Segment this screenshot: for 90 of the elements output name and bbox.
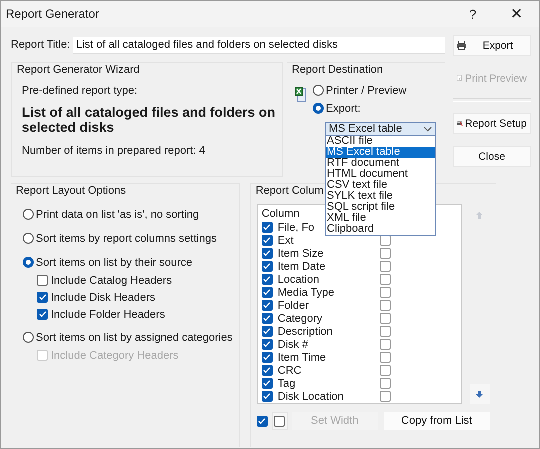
column-option-checkbox[interactable] bbox=[380, 261, 391, 272]
format-option[interactable]: CSV text file bbox=[326, 180, 435, 191]
column-option-checkbox[interactable] bbox=[380, 313, 391, 324]
column-checkbox[interactable] bbox=[262, 326, 273, 337]
column-option-checkbox[interactable] bbox=[380, 274, 391, 285]
select-all-checkbox[interactable] bbox=[256, 416, 268, 426]
header-checkbox[interactable]: Include Catalog Headers bbox=[37, 274, 233, 287]
report-title-field[interactable]: List of all cataloged files and folders on selected disks bbox=[73, 36, 445, 54]
column-name[interactable]: File, Fo bbox=[278, 222, 315, 234]
column-option-checkbox[interactable] bbox=[380, 235, 391, 246]
close-button[interactable]: ✕ bbox=[495, 1, 539, 27]
column-checkbox[interactable] bbox=[262, 313, 273, 324]
column-name[interactable]: Item Size bbox=[278, 248, 324, 260]
column-checkbox[interactable] bbox=[262, 235, 273, 246]
column-name[interactable]: CRC bbox=[278, 364, 302, 376]
spreadsheet-icon bbox=[295, 87, 307, 103]
format-option[interactable]: RTF document bbox=[326, 158, 435, 169]
report-type-name: List of all cataloged files and folders on selected disks bbox=[22, 105, 276, 135]
format-option[interactable]: ASCII file bbox=[326, 136, 435, 147]
destination-radio[interactable]: Export: bbox=[313, 101, 436, 116]
help-button[interactable]: ? bbox=[451, 1, 495, 27]
panel-title: Report Generator Wizard bbox=[16, 63, 141, 77]
checkmark-icon bbox=[258, 418, 266, 424]
panel-title: Report Layout Options bbox=[15, 184, 128, 198]
column-name[interactable]: Location bbox=[278, 274, 320, 286]
column-name[interactable]: Category bbox=[278, 312, 323, 324]
format-option[interactable]: Clipboard bbox=[326, 224, 435, 235]
sort-radio[interactable]: Sort items on list by their source bbox=[23, 255, 233, 270]
column-checkbox[interactable] bbox=[262, 365, 273, 376]
column-option-checkbox[interactable] bbox=[380, 339, 391, 350]
column-option-checkbox[interactable] bbox=[380, 391, 391, 402]
destination-radio[interactable]: Printer / Preview bbox=[313, 83, 436, 98]
report-title-label: Report Title: bbox=[11, 39, 70, 51]
column-checkbox[interactable] bbox=[262, 287, 273, 298]
column-name[interactable]: Item Date bbox=[278, 260, 326, 272]
format-option[interactable]: MS Excel table bbox=[326, 147, 435, 158]
column-option-checkbox[interactable] bbox=[380, 287, 391, 298]
column-name[interactable]: Media Type bbox=[278, 286, 335, 298]
sort-radio[interactable]: Sort items on list by assigned categories bbox=[23, 330, 233, 345]
panel-title: Report Colum bbox=[254, 184, 325, 198]
column-option-checkbox[interactable] bbox=[380, 352, 391, 363]
format-dropdown[interactable]: MS Excel table bbox=[325, 122, 436, 136]
column-checkbox[interactable] bbox=[262, 391, 273, 402]
up-arrow-icon bbox=[476, 212, 484, 218]
column-option-checkbox[interactable] bbox=[380, 248, 391, 259]
column-name[interactable]: Disk Location bbox=[278, 390, 344, 402]
setup-button[interactable]: Report Setup bbox=[453, 113, 531, 134]
printer-setup-icon bbox=[457, 118, 464, 128]
column-option-checkbox[interactable] bbox=[380, 300, 391, 311]
down-arrow-icon bbox=[476, 390, 484, 398]
sort-radio[interactable]: Sort items by report columns settings bbox=[23, 231, 233, 246]
header-checkbox[interactable]: Include Disk Headers bbox=[37, 291, 233, 304]
column-name[interactable]: Tag bbox=[278, 378, 296, 390]
panel-title: Report Destination bbox=[291, 63, 384, 77]
sort-radio[interactable]: Print data on list 'as is', no sorting bbox=[23, 207, 233, 222]
item-count: Number of items in prepared report: 4 bbox=[22, 145, 206, 157]
move-down-button[interactable] bbox=[470, 384, 490, 404]
column-name[interactable]: Item Time bbox=[278, 352, 326, 364]
chevron-icon bbox=[424, 126, 432, 132]
column-option-checkbox[interactable] bbox=[380, 326, 391, 337]
column-name[interactable]: Ext bbox=[278, 234, 294, 246]
report-type-label: Pre-defined report type: bbox=[22, 85, 139, 97]
column-checkbox[interactable] bbox=[262, 261, 273, 272]
close-button[interactable]: Close bbox=[453, 146, 531, 167]
column-name[interactable]: Folder bbox=[278, 300, 310, 312]
column-checkbox[interactable] bbox=[262, 222, 273, 233]
column-checkbox[interactable] bbox=[262, 300, 273, 311]
column-name[interactable]: Disk # bbox=[278, 338, 308, 350]
column-name[interactable]: Description bbox=[278, 326, 333, 338]
format-option[interactable]: HTML document bbox=[326, 169, 435, 180]
format-option[interactable]: XML file bbox=[326, 213, 435, 224]
printer-icon bbox=[457, 41, 467, 50]
header-checkbox[interactable]: Include Folder Headers bbox=[37, 308, 233, 321]
column-checkbox[interactable] bbox=[262, 339, 273, 350]
format-option[interactable]: SYLK text file bbox=[326, 191, 435, 202]
checkmark-icon bbox=[38, 294, 46, 301]
column-option-checkbox[interactable] bbox=[380, 378, 391, 389]
export-button[interactable]: Export bbox=[453, 35, 531, 56]
column-header: Column bbox=[262, 208, 300, 220]
copy-from-list-button[interactable]: Copy from List bbox=[384, 412, 490, 430]
preview-icon bbox=[457, 73, 464, 84]
window-title: Report Generator bbox=[6, 7, 100, 21]
checkmark-icon bbox=[38, 311, 46, 318]
column-checkbox[interactable] bbox=[262, 378, 273, 389]
option-toggle-button[interactable] bbox=[272, 412, 288, 430]
column-checkbox[interactable] bbox=[262, 274, 273, 285]
format-option[interactable]: SQL script file bbox=[326, 202, 435, 213]
column-checkbox[interactable] bbox=[262, 352, 273, 363]
column-option-checkbox[interactable] bbox=[380, 365, 391, 376]
column-checkbox[interactable] bbox=[262, 248, 273, 259]
